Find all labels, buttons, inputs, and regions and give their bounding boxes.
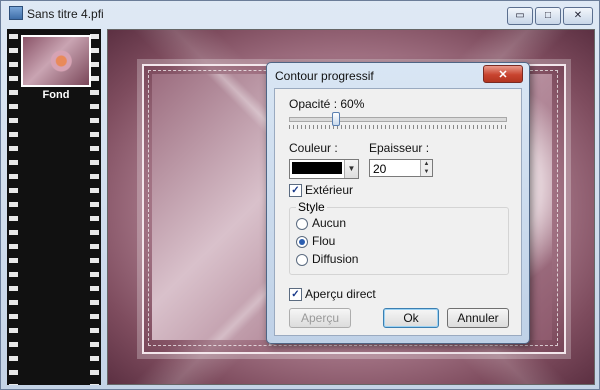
window-controls: ▭ □ ✕ (507, 7, 593, 25)
close-icon: ✕ (498, 68, 508, 81)
opacity-slider-ticks (289, 125, 507, 129)
preview-label: Aperçu direct (305, 287, 376, 301)
color-picker[interactable]: ▼ (289, 159, 359, 179)
close-icon: ✕ (573, 10, 583, 21)
document-icon (9, 6, 23, 20)
style-radio-flou[interactable] (296, 236, 308, 248)
maximize-icon: □ (544, 10, 552, 21)
minimize-button[interactable]: ▭ (507, 7, 533, 25)
apercu-button[interactable]: Aperçu (289, 308, 351, 328)
opacity-slider-thumb[interactable] (332, 112, 340, 126)
opacity-label: Opacité : 60% (289, 97, 365, 111)
exterior-checkbox[interactable]: ✓ (289, 184, 302, 197)
layer-label: Fond (42, 89, 70, 101)
style-label-aucun: Aucun (312, 216, 347, 230)
layer-thumbnail[interactable] (21, 35, 91, 87)
minimize-icon: ▭ (515, 10, 525, 21)
preview-checkbox[interactable]: ✓ (289, 288, 302, 301)
spinner-arrows-icon[interactable]: ▲ ▼ (420, 160, 432, 176)
film-holes-left (9, 29, 18, 385)
cancel-button[interactable]: Annuler (447, 308, 509, 328)
thickness-value[interactable]: 20 (373, 162, 386, 176)
style-group: Style Aucun Flou Diffusion (289, 200, 509, 275)
dialog-close-button[interactable]: ✕ (483, 65, 523, 83)
ok-button[interactable]: Ok (383, 308, 439, 328)
style-radio-diffusion[interactable] (296, 254, 308, 266)
layers-strip: Fond (7, 29, 101, 385)
color-label: Couleur : (289, 141, 338, 155)
thickness-input[interactable]: 20 ▲ ▼ (369, 159, 433, 177)
dialog-body: Opacité : 60% Couleur : ▼ Epaisseur : 20… (274, 88, 522, 336)
film-holes-right (90, 29, 99, 385)
thickness-label: Epaisseur : (369, 141, 430, 155)
style-radio-aucun[interactable] (296, 218, 308, 230)
dialog-title: Contour progressif (275, 69, 374, 83)
color-swatch (292, 162, 342, 174)
style-label-diffusion: Diffusion (312, 252, 359, 266)
window-title-text: Sans titre 4.pfi (27, 7, 104, 21)
maximize-button[interactable]: □ (535, 7, 561, 25)
style-group-title: Style (296, 200, 327, 214)
window-close-button[interactable]: ✕ (563, 7, 593, 25)
exterior-label: Extérieur (305, 183, 354, 197)
progressive-contour-dialog: Contour progressif ✕ Opacité : 60% Coule… (266, 62, 530, 344)
style-label-flou: Flou (312, 234, 336, 248)
window-title: Sans titre 4.pfi (9, 6, 104, 21)
chevron-down-icon[interactable]: ▼ (344, 160, 358, 178)
opacity-slider-track[interactable] (289, 117, 507, 122)
